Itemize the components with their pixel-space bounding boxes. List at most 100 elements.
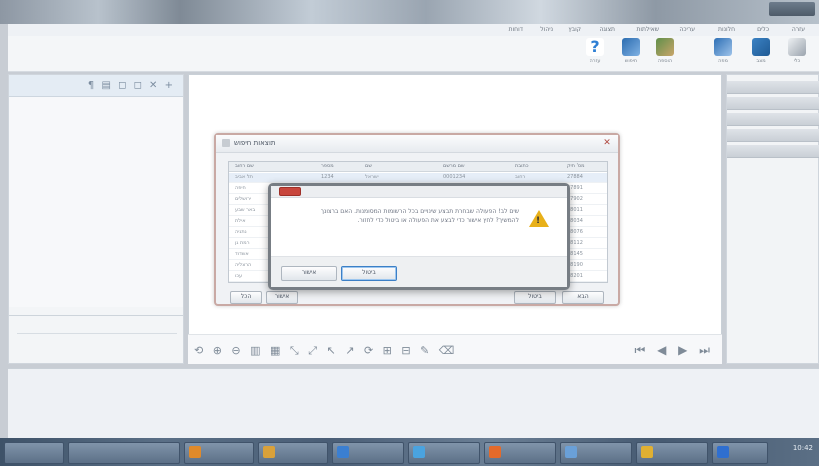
menu-item[interactable]: דוחות <box>509 26 523 33</box>
column-header[interactable]: שם <box>365 163 372 169</box>
table-header: שם רחוב מספר שם שם מרשם כתובת מס' תיק <box>229 162 607 172</box>
table-cell: 1234 <box>321 174 334 180</box>
browser-icon <box>489 446 501 458</box>
table-cell: 27884 <box>567 174 583 180</box>
menu-item[interactable]: ניהול <box>540 26 553 33</box>
pen-icon <box>788 38 806 56</box>
dialog-title-bar <box>271 186 567 198</box>
menu-item[interactable]: כלים <box>757 26 769 33</box>
taskbar-button[interactable] <box>636 442 708 464</box>
word-icon <box>717 446 729 458</box>
menu-item[interactable]: קובץ <box>568 26 581 33</box>
menu-bar: עזרה כלים חלונות עריכה שאילתות תצוגה קוב… <box>8 24 819 36</box>
search-button[interactable]: חיפוש <box>618 38 644 70</box>
taskbar-button[interactable] <box>258 442 328 464</box>
map-tools-icon[interactable]: ⟲ ⊕ ⊖ ▥ ▦ ⤡ ⤢ ↖ ↗ ⟳ ⊞ ⊟ ✎ ⌫ <box>194 344 457 358</box>
next-button[interactable]: הבא <box>562 291 604 304</box>
dialog-title: תוצאות חיפוש <box>234 139 276 147</box>
table-cell: רמת גן <box>235 240 250 246</box>
column-header[interactable]: כתובת <box>515 163 528 169</box>
search-icon <box>222 139 230 147</box>
add-user-button[interactable]: הוספה <box>652 38 678 70</box>
taskbar-button[interactable] <box>712 442 768 464</box>
table-cell: הרצליה <box>235 262 252 268</box>
tree-view[interactable] <box>9 97 183 307</box>
menu-item[interactable]: עריכה <box>679 26 695 33</box>
dialog-message: שים לב! הפעולה שבחרת תבצע שינויים בכל הר… <box>320 208 519 224</box>
window-controls[interactable] <box>769 2 815 16</box>
left-panel-header: ¶ ▤ ◻ ◻ ✕ + <box>9 75 183 97</box>
taskbar-button[interactable] <box>332 442 404 464</box>
window-title-bar <box>0 0 819 24</box>
close-icon[interactable]: ✕ <box>602 138 612 148</box>
divider <box>9 315 183 316</box>
menu-item[interactable]: תצוגה <box>599 26 615 33</box>
folder-icon <box>641 446 653 458</box>
table-cell: חיפה <box>235 185 246 191</box>
help-button[interactable]: ? עזרה <box>582 38 608 70</box>
table-cell: תל אביב <box>235 174 253 180</box>
toolbar: ? עזרה חיפוש הוספה מפה מצב כלי <box>8 36 819 72</box>
map-icon <box>714 38 732 56</box>
pen-button[interactable]: כלי <box>784 38 810 70</box>
confirm-dialog: ! שים לב! הפעולה שבחרת תבצע שינויים בכל … <box>268 183 570 290</box>
help-icon: ? <box>586 38 604 56</box>
app-icon <box>189 446 201 458</box>
table-cell: רחוב <box>515 174 526 180</box>
right-panel <box>726 74 819 364</box>
maximize-icon[interactable] <box>783 3 797 15</box>
taskbar-button[interactable] <box>408 442 480 464</box>
table-cell: באר שבע <box>235 207 256 213</box>
panel-tools-icon[interactable]: ¶ ▤ ◻ ◻ ✕ + <box>88 80 175 92</box>
search-icon <box>622 38 640 56</box>
column-header[interactable]: שם מרשם <box>443 163 465 169</box>
minimize-icon[interactable] <box>769 3 783 15</box>
column-header[interactable]: שם רחוב <box>235 163 254 169</box>
paging-controls[interactable]: ⏮ ◀ ▶ ⏭ <box>634 343 714 358</box>
cancel-button[interactable]: ביטול <box>341 266 397 281</box>
column-header[interactable]: מס' תיק <box>567 163 585 169</box>
dialog-footer: אישור ביטול <box>271 256 567 287</box>
layer-row[interactable] <box>727 129 819 142</box>
app-icon <box>337 446 349 458</box>
bottom-panel <box>8 368 819 438</box>
taskbar-button[interactable] <box>68 442 180 464</box>
taskbar-button[interactable] <box>184 442 254 464</box>
add-user-icon <box>656 38 674 56</box>
camera-button[interactable]: מצב <box>748 38 774 70</box>
ok-button[interactable]: אישור <box>266 291 298 304</box>
menu-item[interactable]: חלונות <box>718 26 735 33</box>
column-header[interactable]: מספר <box>321 163 334 169</box>
table-cell: ירושלים <box>235 196 252 202</box>
table-cell: עכו <box>235 273 243 279</box>
start-button[interactable] <box>4 442 64 464</box>
all-button[interactable]: הכל <box>230 291 262 304</box>
layer-row[interactable] <box>727 97 819 110</box>
table-cell: 0001234 <box>443 174 466 180</box>
ok-button[interactable]: אישור <box>281 266 337 281</box>
table-cell: נתניה <box>235 229 247 235</box>
cancel-button[interactable]: ביטול <box>514 291 556 304</box>
navigation-bar: ⟲ ⊕ ⊖ ▥ ▦ ⤡ ⤢ ↖ ↗ ⟳ ⊞ ⊟ ✎ ⌫ ⏮ ◀ ▶ ⏭ <box>188 334 722 364</box>
left-panel: ¶ ▤ ◻ ◻ ✕ + <box>8 74 184 364</box>
taskbar-button[interactable] <box>560 442 632 464</box>
app-icon <box>565 446 577 458</box>
layer-row[interactable] <box>727 81 819 94</box>
close-icon[interactable] <box>797 3 811 15</box>
layer-row[interactable] <box>727 145 819 158</box>
table-cell: אשדוד <box>235 251 249 257</box>
divider <box>17 333 177 334</box>
taskbar-button[interactable] <box>484 442 556 464</box>
map-button[interactable]: מפה <box>710 38 736 70</box>
clock: 10:42 <box>792 444 813 452</box>
app-icon <box>263 446 275 458</box>
layer-row[interactable] <box>727 113 819 126</box>
taskbar: 10:42 <box>0 438 819 466</box>
close-icon[interactable] <box>279 187 301 196</box>
dialog-title-bar: תוצאות חיפוש ✕ <box>216 135 618 153</box>
menu-item[interactable]: עזרה <box>792 26 805 33</box>
camera-icon <box>752 38 770 56</box>
menu-item[interactable]: שאילתות <box>636 26 659 33</box>
table-row[interactable]: תל אביב 1234 ישראל 0001234 רחוב 27884 <box>229 173 607 183</box>
app-icon <box>413 446 425 458</box>
